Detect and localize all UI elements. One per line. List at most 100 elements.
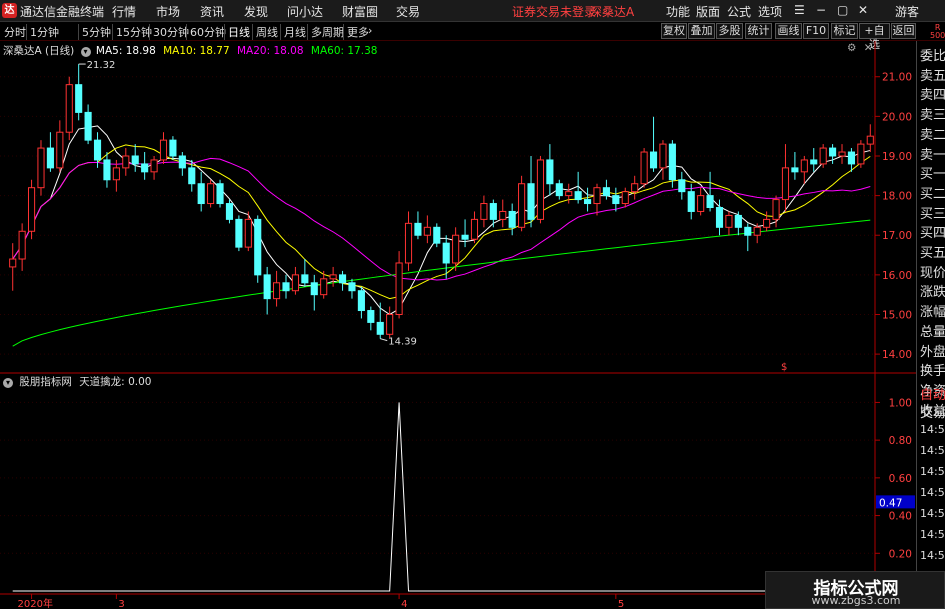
- candle[interactable]: [697, 195, 705, 212]
- candle[interactable]: [725, 214, 733, 228]
- candle[interactable]: [122, 155, 130, 169]
- candle[interactable]: [565, 191, 573, 197]
- candle[interactable]: [216, 183, 224, 205]
- candle[interactable]: [527, 183, 535, 220]
- period-5min[interactable]: 5分钟: [78, 24, 111, 40]
- candle[interactable]: [320, 278, 328, 296]
- menu-market[interactable]: 市场: [156, 3, 180, 20]
- candle[interactable]: [499, 210, 507, 220]
- chevron-right-icon[interactable]: ›: [368, 24, 372, 37]
- candle[interactable]: [631, 183, 639, 193]
- side-label[interactable]: 委比: [920, 45, 945, 64]
- candle[interactable]: [291, 274, 299, 292]
- candle[interactable]: [310, 282, 318, 296]
- candle[interactable]: [584, 199, 592, 205]
- candle[interactable]: [706, 195, 714, 209]
- candle[interactable]: [772, 199, 780, 220]
- multi-stock-button[interactable]: 多股: [716, 23, 743, 39]
- side-label[interactable]: 卖四: [920, 84, 945, 103]
- period-more[interactable]: 更多: [343, 24, 369, 40]
- candle[interactable]: [442, 242, 450, 264]
- period-15min[interactable]: 15分钟: [112, 24, 152, 40]
- candle[interactable]: [602, 187, 610, 197]
- side-label[interactable]: 买一: [920, 163, 945, 182]
- maximize-icon[interactable]: ▢: [837, 3, 848, 17]
- period-timeshare[interactable]: 分时: [4, 24, 26, 40]
- period-monthly[interactable]: 月线: [280, 24, 306, 40]
- menu-quotes[interactable]: 行情: [112, 3, 136, 20]
- candle[interactable]: [461, 234, 469, 240]
- legend-toggle-icon[interactable]: ▾: [3, 378, 13, 388]
- candle[interactable]: [659, 143, 667, 169]
- candle[interactable]: [93, 139, 102, 161]
- candle[interactable]: [169, 139, 177, 157]
- side-label[interactable]: 卖二: [920, 124, 945, 143]
- candle[interactable]: [207, 183, 215, 205]
- candle[interactable]: [150, 159, 158, 173]
- candle[interactable]: [508, 210, 516, 228]
- candle[interactable]: [518, 183, 526, 228]
- side-label[interactable]: 卖三: [920, 104, 945, 123]
- side-label[interactable]: 买五: [920, 242, 945, 261]
- candle[interactable]: [649, 151, 658, 169]
- candle[interactable]: [838, 151, 846, 157]
- settings-icon[interactable]: ⚙: [847, 42, 856, 54]
- login-notice[interactable]: 证券交易未登录: [512, 3, 596, 20]
- candle[interactable]: [744, 226, 752, 236]
- kline-chart[interactable]: 21.00 20.00 19.00 18.00 17.00 16.00 15.00 14.00…: [0, 41, 916, 609]
- candle[interactable]: [188, 167, 196, 185]
- candle[interactable]: [781, 167, 790, 201]
- candle[interactable]: [357, 290, 365, 312]
- candle[interactable]: [687, 191, 695, 212]
- candle[interactable]: [423, 226, 431, 236]
- close-icon[interactable]: ✕: [858, 3, 868, 17]
- candle[interactable]: [866, 135, 874, 145]
- candle[interactable]: [621, 191, 629, 205]
- candle[interactable]: [612, 195, 620, 205]
- auto-button[interactable]: 自动: [920, 384, 945, 403]
- period-multi[interactable]: 多周期: [307, 24, 344, 40]
- period-60min[interactable]: 60分钟: [186, 24, 226, 40]
- candle[interactable]: [263, 274, 271, 300]
- menu-news[interactable]: 资讯: [200, 3, 224, 20]
- candle[interactable]: [197, 183, 205, 205]
- f10-button[interactable]: F10: [803, 23, 829, 39]
- side-label[interactable]: 买二: [920, 183, 945, 202]
- candle[interactable]: [178, 155, 186, 169]
- candle[interactable]: [84, 111, 92, 141]
- statistics-button[interactable]: 统计: [745, 23, 772, 39]
- candle[interactable]: [414, 222, 422, 236]
- candle[interactable]: [225, 203, 234, 220]
- menu-function[interactable]: 功能: [666, 3, 690, 20]
- candle[interactable]: [9, 258, 17, 268]
- draw-line-button[interactable]: 画线: [775, 23, 802, 39]
- candle[interactable]: [555, 183, 563, 197]
- period-30min[interactable]: 30分钟: [149, 24, 189, 40]
- side-label[interactable]: 现价: [920, 262, 945, 281]
- candle[interactable]: [452, 234, 460, 264]
- back-button[interactable]: 返回: [891, 23, 916, 39]
- legend-toggle-icon[interactable]: ▾: [80, 47, 91, 57]
- candle[interactable]: [75, 84, 83, 113]
- menu-options[interactable]: 选项: [758, 3, 782, 20]
- candle[interactable]: [329, 274, 337, 280]
- period-1min[interactable]: 1分钟: [26, 24, 59, 40]
- event-marker[interactable]: $: [781, 362, 787, 373]
- candle[interactable]: [348, 282, 356, 292]
- minimize-icon[interactable]: −: [816, 3, 826, 17]
- menu-ask[interactable]: 问小达: [287, 3, 323, 20]
- candle[interactable]: [65, 84, 73, 133]
- candle[interactable]: [668, 143, 676, 181]
- candle[interactable]: [763, 218, 771, 228]
- menu-wealth-circle[interactable]: 财富圈: [342, 3, 378, 20]
- period-weekly[interactable]: 周线: [252, 24, 278, 40]
- candle[interactable]: [103, 159, 111, 181]
- candle[interactable]: [536, 159, 545, 220]
- candle[interactable]: [367, 310, 375, 323]
- candle[interactable]: [18, 230, 26, 260]
- candle[interactable]: [27, 187, 36, 232]
- period-daily[interactable]: 日线: [224, 24, 250, 40]
- candle[interactable]: [678, 179, 686, 193]
- candle[interactable]: [480, 203, 488, 220]
- candle[interactable]: [753, 226, 761, 236]
